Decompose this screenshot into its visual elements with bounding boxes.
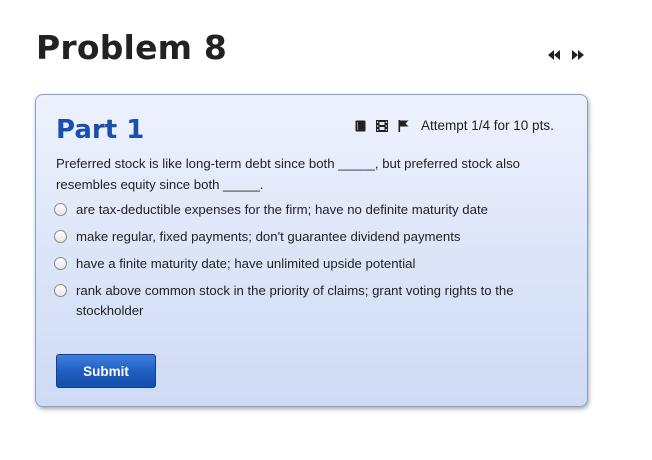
rewind-icon[interactable] [548,50,560,60]
problem-title: Problem 8 [36,28,228,67]
answer-choice[interactable]: make regular, fixed payments; don't guar… [54,227,564,247]
radio-button[interactable] [54,230,67,243]
part-card: Part 1 Attempt 1/4 for 10 pts. Preferred… [35,94,588,407]
page: Problem 8 Part 1 Attempt 1/4 for 10 pts.… [0,0,652,460]
answer-choice-label: are tax-deductible expenses for the firm… [76,202,488,217]
radio-button[interactable] [54,284,67,297]
answer-choices: are tax-deductible expenses for the firm… [54,200,564,321]
fast-forward-icon[interactable] [572,50,584,60]
submit-button[interactable]: Submit [56,354,156,388]
attempt-counter: Attempt 1/4 for 10 pts. [421,118,554,133]
answer-choice[interactable]: are tax-deductible expenses for the firm… [54,200,564,220]
answer-choice-label: make regular, fixed payments; don't guar… [76,229,461,244]
answer-choice[interactable]: rank above common stock in the priority … [54,281,564,321]
book-icon[interactable] [355,120,366,132]
part-toolbar: Attempt 1/4 for 10 pts. [355,118,554,133]
part-title: Part 1 [56,115,145,145]
question-text: Preferred stock is like long-term debt s… [56,156,520,192]
answer-choice-label: have a finite maturity date; have unlimi… [76,256,416,271]
film-icon[interactable] [376,119,388,132]
answer-choice-label: rank above common stock in the priority … [76,283,514,318]
problem-navigation [548,50,584,60]
radio-button[interactable] [54,257,67,270]
flag-icon[interactable] [398,119,409,132]
answer-choice[interactable]: have a finite maturity date; have unlimi… [54,254,564,274]
radio-button[interactable] [54,203,67,216]
